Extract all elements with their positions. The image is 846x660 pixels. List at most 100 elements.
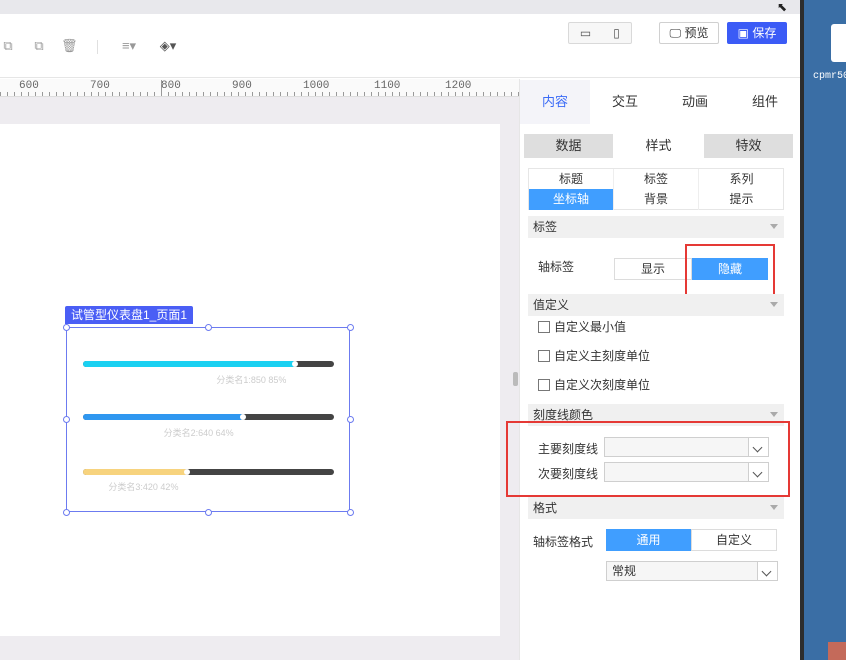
ruler-tick bbox=[427, 92, 428, 96]
sub-tabs: 数据 样式 特效 bbox=[524, 134, 793, 158]
resize-handle[interactable] bbox=[63, 416, 70, 423]
delete-icon[interactable]: 🗑 bbox=[61, 38, 78, 54]
ruler-tick bbox=[196, 92, 197, 96]
ruler-tick bbox=[413, 92, 414, 96]
copy-icon[interactable]: ⧉ bbox=[0, 38, 16, 54]
axis-label-format-label: 轴标签格式 bbox=[533, 535, 594, 549]
ruler-tick bbox=[210, 92, 211, 96]
ruler-tick bbox=[126, 92, 127, 96]
ruler-tick bbox=[35, 92, 36, 96]
section-label-header[interactable]: 标签 bbox=[528, 216, 784, 238]
ruler-tick bbox=[280, 92, 281, 96]
chevron-down-icon[interactable] bbox=[757, 562, 777, 580]
ruler-tick bbox=[154, 92, 155, 96]
ruler-tick bbox=[231, 92, 232, 96]
highlight-box bbox=[685, 244, 775, 297]
ruler-tick bbox=[28, 92, 29, 96]
tab-content[interactable]: 内容 bbox=[520, 80, 590, 124]
ruler-tick bbox=[490, 92, 491, 96]
ruler-tick bbox=[217, 92, 218, 96]
axis-label-label: 轴标签 bbox=[538, 260, 575, 274]
checkbox-box[interactable] bbox=[538, 321, 550, 333]
save-icon: ▣ bbox=[737, 26, 753, 40]
ruler-tick bbox=[238, 92, 239, 96]
resize-handle[interactable] bbox=[205, 509, 212, 516]
ruler-tick bbox=[308, 92, 309, 96]
axis-label-show-button[interactable]: 显示 bbox=[614, 258, 692, 280]
checkbox-box[interactable] bbox=[538, 379, 550, 391]
resize-handle[interactable] bbox=[347, 324, 354, 331]
desktop-icon-label: cpmr50 bbox=[813, 71, 846, 82]
custom-major-unit-checkbox[interactable]: 自定义主刻度单位 bbox=[538, 349, 650, 363]
tab-effects[interactable]: 特效 bbox=[704, 134, 793, 158]
resize-handle[interactable] bbox=[205, 324, 212, 331]
ruler-tick bbox=[441, 92, 442, 96]
format-custom-button[interactable]: 自定义 bbox=[691, 529, 777, 551]
ruler-tick bbox=[476, 92, 477, 96]
grid-axis[interactable]: 坐标轴 bbox=[529, 189, 614, 210]
save-label: 保存 bbox=[752, 26, 777, 40]
resize-handle[interactable] bbox=[347, 509, 354, 516]
section-format-header[interactable]: 格式 bbox=[528, 497, 784, 519]
ruler-tick bbox=[189, 92, 190, 96]
ruler-tick bbox=[497, 92, 498, 96]
gauge-fill bbox=[83, 361, 297, 367]
ruler-tick bbox=[140, 92, 141, 96]
paste-icon[interactable]: ⧉ bbox=[31, 38, 47, 54]
gauge-value-label: 分类名3:420 42% bbox=[108, 482, 179, 492]
ruler-tick bbox=[91, 92, 92, 96]
app-shortcut-icon[interactable] bbox=[831, 24, 846, 62]
number-format-select[interactable]: 常规 bbox=[606, 561, 778, 581]
save-button[interactable]: ▣ 保存 bbox=[727, 22, 787, 44]
archive-icon[interactable] bbox=[828, 642, 846, 660]
layers-icon[interactable]: ◈▾ bbox=[157, 38, 179, 54]
tube-gauge-widget[interactable]: 分类名1:850 85% 分类名2:640 64% 分类名3:420 42% bbox=[63, 324, 354, 516]
tab-interaction[interactable]: 交互 bbox=[590, 80, 660, 124]
ruler-tick bbox=[105, 92, 106, 96]
desktop-icon[interactable]: ▭ bbox=[570, 23, 601, 43]
tab-animation[interactable]: 动画 bbox=[660, 80, 730, 124]
section-value-def-header[interactable]: 值定义 bbox=[528, 294, 784, 316]
resize-handle[interactable] bbox=[63, 509, 70, 516]
custom-min-checkbox[interactable]: 自定义最小值 bbox=[538, 320, 626, 334]
custom-minor-unit-checkbox[interactable]: 自定义次刻度单位 bbox=[538, 378, 650, 392]
ruler-tick bbox=[469, 92, 470, 96]
ruler-tick bbox=[0, 92, 1, 96]
chevron-down-icon bbox=[770, 505, 778, 510]
ruler-tick bbox=[385, 92, 386, 96]
tab-component[interactable]: 组件 bbox=[730, 80, 800, 124]
ruler-tick bbox=[182, 92, 183, 96]
grid-title[interactable]: 标题 bbox=[529, 169, 614, 190]
tab-style[interactable]: 样式 bbox=[613, 134, 704, 158]
ruler-tick bbox=[147, 92, 148, 96]
gauge-marker bbox=[184, 469, 191, 475]
grid-series[interactable]: 系列 bbox=[699, 169, 784, 190]
tab-data[interactable]: 数据 bbox=[524, 134, 613, 158]
ruler-tick bbox=[7, 92, 8, 96]
ruler-tick bbox=[98, 92, 99, 96]
preview-button[interactable]: 🖵 预览 bbox=[659, 22, 719, 44]
cursor-icon: ⬉ bbox=[777, 0, 788, 14]
ruler-tick bbox=[287, 92, 288, 96]
ruler-tick bbox=[112, 92, 113, 96]
grid-tooltip[interactable]: 提示 bbox=[699, 189, 784, 210]
toolbar-divider bbox=[97, 40, 98, 54]
ruler-tick bbox=[504, 92, 505, 96]
ruler-tick bbox=[315, 92, 316, 96]
preview-label: 预览 bbox=[684, 26, 709, 40]
ruler: 600 700 800 900 1000 1100 1200 bbox=[0, 79, 519, 97]
ruler-tick bbox=[273, 92, 274, 96]
gauge-fill bbox=[83, 414, 244, 420]
checkbox-box[interactable] bbox=[538, 350, 550, 362]
splitter-handle[interactable] bbox=[513, 372, 518, 386]
resize-handle[interactable] bbox=[347, 416, 354, 423]
format-general-button[interactable]: 通用 bbox=[606, 529, 691, 551]
grid-label[interactable]: 标签 bbox=[614, 169, 699, 190]
mobile-icon[interactable]: ▯ bbox=[601, 23, 632, 43]
widget-title-tag[interactable]: 试管型仪表盘1_页面1 bbox=[65, 306, 194, 324]
align-icon[interactable]: ≡▾ bbox=[118, 38, 140, 54]
resize-handle[interactable] bbox=[63, 324, 70, 331]
grid-background[interactable]: 背景 bbox=[614, 189, 699, 210]
ruler-label: 800 bbox=[161, 80, 181, 92]
section-label-title: 标签 bbox=[533, 220, 558, 234]
